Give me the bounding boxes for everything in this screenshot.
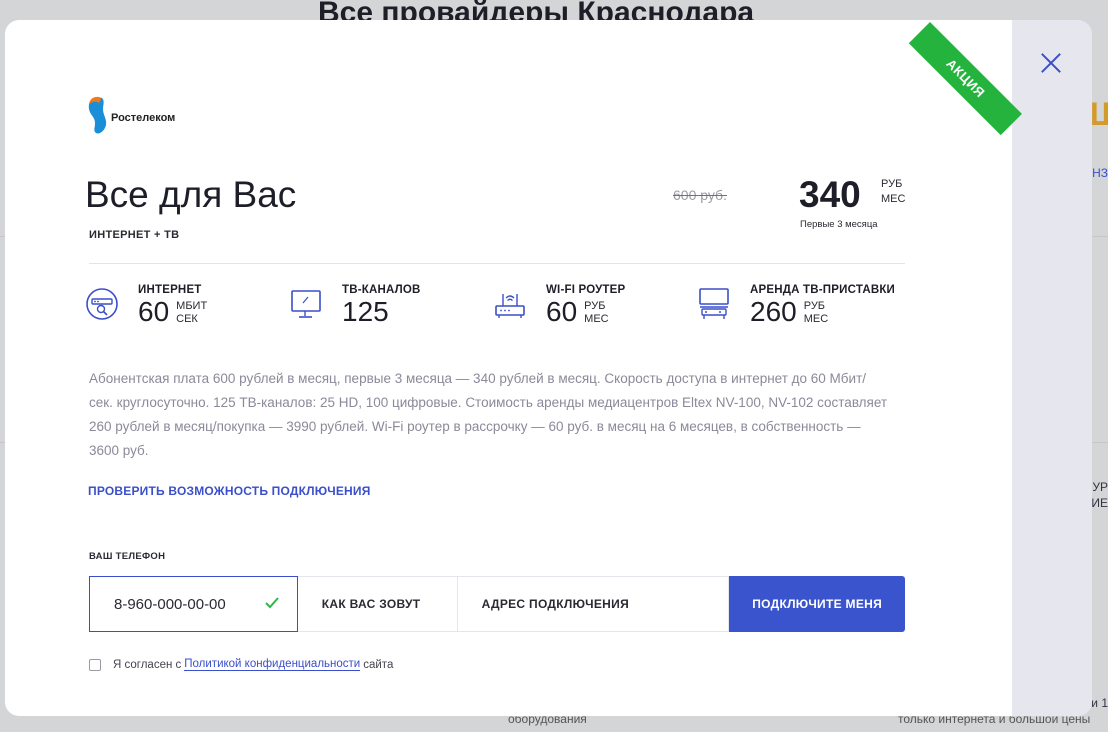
phone-input[interactable]: 8-960-000-00-00 <box>89 576 298 632</box>
logo-text: Ростелеком <box>111 112 176 124</box>
feature-label: WI-FI РОУТЕР <box>546 284 626 296</box>
tariff-modal: Ростелеком Все для Вас ИНТЕРНЕТ + ТВ 600… <box>5 20 1012 716</box>
provider-logo: Ростелеком <box>87 95 175 135</box>
background-orange-text: Ш <box>1090 96 1108 132</box>
consent-row: Я согласен с Политикой конфиденциальност… <box>89 658 393 671</box>
name-input[interactable]: КАК ВАС ЗОВУТ <box>297 576 458 632</box>
background-edge-text: и 1 <box>1091 696 1108 710</box>
rostelecom-logo-icon <box>88 96 107 134</box>
tariff-description: Абонентская плата 600 рублей в месяц, пе… <box>89 371 888 458</box>
price-note: Первые 3 месяца <box>800 219 878 230</box>
feature-value: 60 <box>138 296 170 327</box>
check-icon <box>265 597 279 609</box>
feature-value: 60 <box>546 296 578 327</box>
price-unit-period: МЕС <box>881 193 906 205</box>
feature-unit: РУБ МЕС <box>584 300 609 325</box>
old-price: 600 руб. <box>673 187 727 203</box>
phone-value: 8-960-000-00-00 <box>114 595 226 613</box>
feature-internet: ИНТЕРНЕТ 60 МБИТ СЕК <box>84 284 207 327</box>
address-input[interactable]: АДРЕС ПОДКЛЮЧЕНИЯ <box>457 576 730 632</box>
tv-icon <box>291 290 321 318</box>
section-divider <box>89 263 905 264</box>
close-icon[interactable] <box>1036 48 1066 78</box>
connect-button[interactable]: ПОДКЛЮЧИТЕ МЕНЯ <box>729 576 905 632</box>
tariff-subtitle: ИНТЕРНЕТ + ТВ <box>89 229 180 241</box>
consent-checkbox[interactable] <box>89 658 101 671</box>
feature-router: WI-FI РОУТЕР 60 РУБ МЕС <box>492 284 625 327</box>
feature-value: 260 <box>750 296 797 327</box>
feature-set-top-box: АРЕНДА ТВ-ПРИСТАВКИ 260 РУБ МЕС <box>696 284 895 327</box>
feature-unit: МБИТ СЕК <box>176 300 208 325</box>
router-icon <box>495 294 525 318</box>
price-value: 340 <box>799 174 861 215</box>
feature-label: ИНТЕРНЕТ <box>138 284 202 296</box>
connection-form: 8-960-000-00-00 КАК ВАС ЗОВУТ АДРЕС ПОДК… <box>89 576 905 632</box>
tariff-name: Все для Вас <box>85 174 297 215</box>
check-connection-link[interactable]: ПРОВЕРИТЬ ВОЗМОЖНОСТЬ ПОДКЛЮЧЕНИЯ <box>88 484 371 498</box>
feature-label: АРЕНДА ТВ-ПРИСТАВКИ <box>750 284 896 296</box>
background-edge-text: ИЕ <box>1091 496 1108 510</box>
speed-icon <box>86 288 118 320</box>
consent-text-suffix: сайта <box>363 658 394 671</box>
background-edge-text: УР <box>1092 480 1108 494</box>
set-top-box-icon <box>699 288 729 319</box>
consent-text: Я согласен с <box>113 658 182 671</box>
price-unit-currency: РУБ <box>881 178 903 190</box>
price-unit: РУБ МЕС <box>881 177 905 207</box>
feature-tv: ТВ-КАНАЛОВ 125 <box>288 284 421 327</box>
modal-side-panel <box>1012 20 1092 716</box>
privacy-policy-link[interactable]: Политикой конфиденциальности <box>184 658 361 671</box>
feature-label: ТВ-КАНАЛОВ <box>342 284 421 296</box>
feature-unit: РУБ МЕС <box>803 300 829 325</box>
phone-label: ВАШ ТЕЛЕФОН <box>89 551 166 562</box>
feature-value: 125 <box>342 296 389 327</box>
